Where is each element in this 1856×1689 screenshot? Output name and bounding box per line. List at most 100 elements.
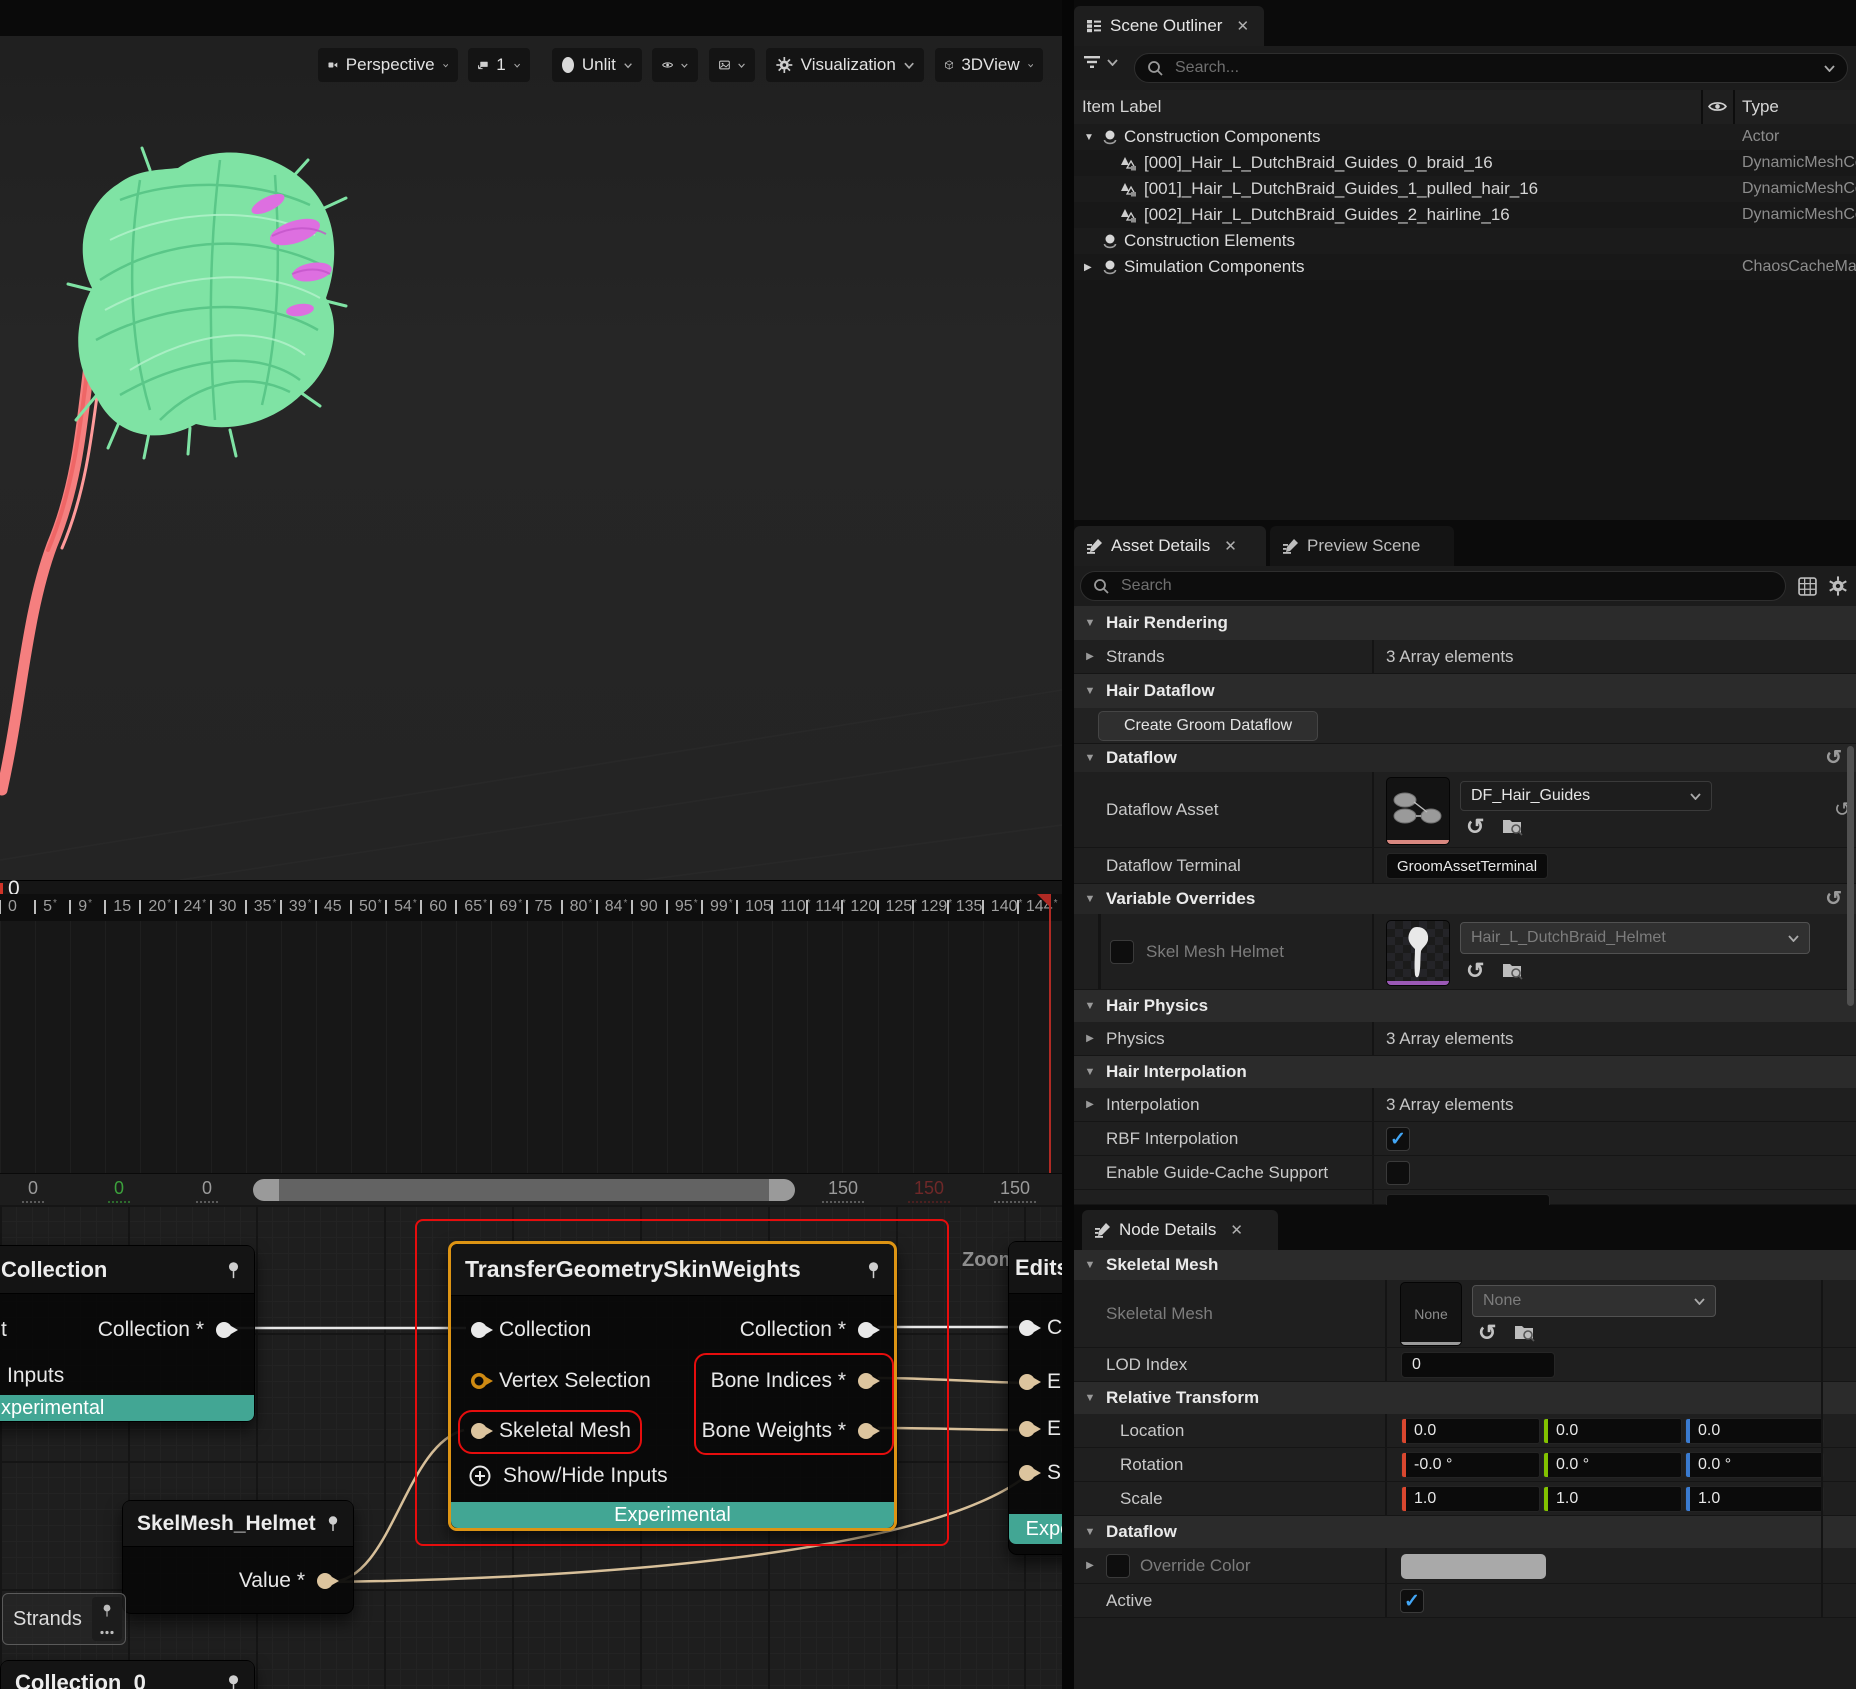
dataflow-asset-dropdown[interactable]: DF_Hair_Guides [1460,781,1712,811]
pin-icon[interactable] [327,1515,339,1532]
input-collection[interactable]: Collection [471,1318,591,1342]
location-x-field[interactable]: 0.0 [1401,1418,1540,1444]
collection-node-output[interactable]: Collection * [98,1318,238,1342]
skelmesh-node-header[interactable]: SkelMesh_Helmet [123,1501,353,1547]
view-end-field[interactable]: 150 [908,1178,951,1203]
pin-icon[interactable] [867,1261,880,1279]
expander-down-icon[interactable]: ▼ [1074,685,1106,697]
visualization-dropdown[interactable]: Visualization [766,48,924,82]
rotation-z-field[interactable]: 0.0 ° [1685,1452,1824,1478]
output-collection[interactable]: Collection * [740,1318,880,1342]
collection-node-inputs-label[interactable]: Inputs [7,1364,64,1388]
override-color-checkbox[interactable] [1106,1553,1130,1578]
close-icon[interactable]: ✕ [1224,537,1237,555]
column-item-label[interactable]: Item Label [1082,97,1161,117]
expander-right-icon[interactable]: ▶ [1074,651,1106,662]
collection0-node-header[interactable]: Collection_0 [1,1661,254,1689]
close-icon[interactable]: ✕ [1230,1221,1243,1239]
bone-indices-output-pin[interactable] [858,1373,880,1389]
input-vertex-selection[interactable]: Vertex Selection [471,1369,651,1393]
use-selected-asset-icon[interactable]: ↺ [1466,816,1484,838]
output-bone-indices[interactable]: Bone Indices * [711,1369,880,1393]
tab-asset-details[interactable]: Asset Details ✕ [1074,526,1266,566]
section-hair-dataflow[interactable]: ▼ Hair Dataflow [1074,674,1856,709]
skeletal-mesh-dropdown[interactable]: None [1472,1285,1716,1317]
outliner-row-construction-components[interactable]: ▼ Construction Components Actor [1074,124,1856,150]
location-z-field[interactable]: 0.0 [1685,1418,1824,1444]
close-icon[interactable]: ✕ [1236,17,1249,35]
view-modes-image-dropdown[interactable] [709,48,755,82]
skeletal-mesh-input-pin[interactable] [471,1423,493,1439]
section-dataflow-node[interactable]: ▼ Dataflow [1074,1516,1856,1549]
expander-right-icon[interactable]: ▶ [1074,1033,1106,1044]
skelmesh-helmet-node[interactable]: SkelMesh_Helmet Value * [122,1500,354,1614]
edits-node-pin-c[interactable]: C [1019,1316,1062,1340]
skel-mesh-helmet-dropdown[interactable]: Hair_L_DutchBraid_Helmet [1460,922,1810,954]
outliner-filter-button[interactable] [1082,54,1118,70]
display-settings-icon[interactable] [1798,577,1817,596]
value-output[interactable]: Value * [239,1569,339,1593]
expander-down-icon[interactable]: ▼ [1074,893,1106,905]
vertex-selection-input-pin[interactable] [471,1373,493,1389]
expander-down-icon[interactable]: ▼ [1084,132,1094,143]
expander-down-icon[interactable]: ▼ [1074,1000,1106,1012]
3dview-dropdown[interactable]: 3DView [935,48,1043,82]
skeletal-mesh-thumbnail[interactable]: None [1400,1282,1462,1346]
section-dataflow[interactable]: ▼ Dataflow ↺ [1074,744,1856,773]
section-hair-interpolation[interactable]: ▼ Hair Interpolation [1074,1056,1856,1089]
transfer-geometry-skin-weights-node[interactable]: TransferGeometrySkinWeights Collection V… [448,1241,897,1531]
edits-node-pin-e1[interactable]: E [1019,1370,1061,1394]
outliner-row-hairline[interactable]: [002]_Hair_L_DutchBraid_Guides_2_hairlin… [1074,202,1856,228]
reset-to-default-icon[interactable]: ↺ [1825,889,1842,909]
outliner-search-input[interactable] [1173,58,1814,78]
outliner-search-box[interactable] [1134,53,1848,83]
value-output-pin[interactable] [317,1573,339,1589]
collection-node[interactable]: Collection t Collection * Inputs xperime… [0,1245,255,1422]
playback-end-field[interactable]: 150 [994,1178,1037,1203]
view-start-field[interactable]: 0 [108,1178,131,1203]
override-color-swatch[interactable] [1401,1554,1546,1579]
outliner-row-braid[interactable]: [000]_Hair_L_DutchBraid_Guides_0_braid_1… [1074,150,1856,176]
expander-right-icon[interactable]: ▶ [1084,262,1092,273]
lit-mode-dropdown[interactable]: Unlit [552,48,642,82]
show-flags-eye-dropdown[interactable] [652,48,698,82]
plus-circle-icon[interactable] [469,1465,491,1487]
panel-splitter[interactable] [1062,0,1074,1689]
use-selected-asset-icon[interactable]: ↺ [1466,960,1484,982]
asset-search-box[interactable] [1080,571,1786,601]
expander-right-icon[interactable]: ▶ [1074,1560,1106,1571]
tab-node-details[interactable]: Node Details ✕ [1082,1210,1278,1250]
visibility-eye-icon[interactable] [1708,100,1727,113]
column-type-label[interactable]: Type [1742,97,1779,117]
range-end-field[interactable]: 150 [822,1178,865,1203]
guide-cache-checkbox[interactable] [1386,1161,1410,1185]
browse-to-asset-icon[interactable] [1502,817,1524,836]
rotation-y-field[interactable]: 0.0 ° [1543,1452,1682,1478]
lod-index-field[interactable]: 0 [1401,1352,1555,1378]
ellipsis-icon[interactable] [100,1630,114,1635]
gear-icon[interactable] [1828,576,1848,596]
asset-details-scrollbar[interactable] [1847,746,1854,1006]
edits-node-pin-s[interactable]: S [1019,1461,1061,1485]
viewport-3d[interactable]: Perspective 1 Unlit Visualization 3DView [0,0,1062,880]
playback-start-field[interactable]: 0 [196,1178,219,1203]
outliner-row-pulled-hair[interactable]: [001]_Hair_L_DutchBraid_Guides_1_pulled_… [1074,176,1856,202]
expander-right-icon[interactable]: ▶ [1074,1099,1106,1110]
expander-down-icon[interactable]: ▼ [1074,1526,1106,1538]
tab-scene-outliner[interactable]: Scene Outliner ✕ [1074,6,1264,46]
transfer-node-header[interactable]: TransferGeometrySkinWeights [451,1244,894,1296]
browse-to-asset-icon[interactable] [1514,1323,1536,1342]
collection-node-header[interactable]: Collection [0,1246,254,1294]
input-skeletal-mesh[interactable]: Skeletal Mesh [471,1419,631,1443]
create-groom-dataflow-button[interactable]: Create Groom Dataflow [1098,711,1318,741]
outliner-row-construction-elements[interactable]: Construction Elements [1074,228,1856,254]
collection-output-pin[interactable] [858,1322,880,1338]
section-relative-transform[interactable]: ▼ Relative Transform [1074,1382,1856,1415]
bone-weights-output-pin[interactable] [858,1423,880,1439]
skel-mesh-helmet-checkbox[interactable] [1110,940,1134,964]
use-selected-asset-icon[interactable]: ↺ [1478,1322,1496,1344]
asset-search-input[interactable] [1119,576,1773,596]
helmet-mesh-thumbnail[interactable] [1386,920,1450,986]
expander-down-icon[interactable]: ▼ [1074,1259,1106,1271]
strands-collapsed-node[interactable]: Strands [2,1593,126,1645]
